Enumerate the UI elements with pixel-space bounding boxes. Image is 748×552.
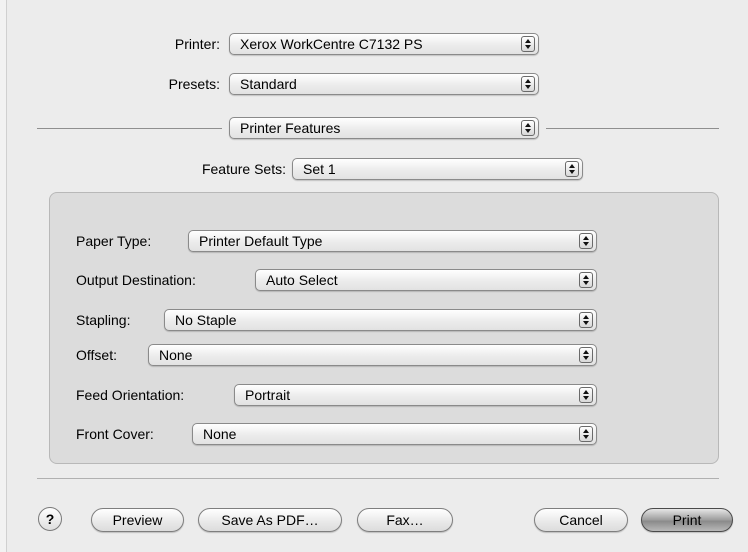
cancel-button[interactable]: Cancel (534, 508, 628, 532)
updown-arrows-icon (579, 272, 593, 288)
updown-arrows-icon (579, 426, 593, 442)
updown-arrows-icon (579, 233, 593, 249)
print-button[interactable]: Print (641, 508, 733, 532)
preview-button[interactable]: Preview (91, 508, 184, 532)
feature-sets-label: Feature Sets: (201, 161, 286, 177)
presets-popup[interactable]: Standard (229, 73, 539, 95)
updown-arrows-icon (521, 76, 535, 92)
question-mark-icon: ? (45, 511, 55, 527)
paper-type-label: Paper Type: (76, 233, 152, 249)
presets-label: Presets: (168, 76, 220, 92)
paper-type-popup-value: Printer Default Type (199, 233, 323, 249)
output-destination-popup[interactable]: Auto Select (255, 269, 597, 291)
feed-orientation-label: Feed Orientation: (76, 387, 185, 403)
front-cover-label: Front Cover: (76, 426, 154, 442)
feed-orientation-popup[interactable]: Portrait (234, 384, 597, 406)
window-left-edge (0, 0, 7, 552)
front-cover-popup[interactable]: None (192, 423, 597, 445)
stapling-popup-value: No Staple (175, 312, 237, 328)
panel-popup[interactable]: Printer Features (229, 117, 539, 139)
updown-arrows-icon (579, 387, 593, 403)
feed-orientation-popup-value: Portrait (245, 387, 291, 403)
stapling-label: Stapling: (76, 312, 131, 328)
feature-sets-popup-value: Set 1 (303, 161, 336, 177)
updown-arrows-icon (521, 36, 535, 52)
updown-arrows-icon (579, 312, 593, 328)
updown-arrows-icon (565, 161, 579, 177)
printer-popup-value: Xerox WorkCentre C7132 PS (240, 36, 423, 52)
output-destination-label: Output Destination: (76, 272, 196, 288)
fax-button[interactable]: Fax… (357, 508, 453, 532)
separator-line-right (546, 128, 719, 129)
save-as-pdf-button[interactable]: Save As PDF… (198, 508, 342, 532)
bottom-separator (37, 478, 719, 479)
help-button[interactable]: ? (38, 507, 62, 531)
updown-arrows-icon (579, 347, 593, 363)
printer-label: Printer: (174, 36, 220, 52)
feature-sets-popup[interactable]: Set 1 (292, 158, 583, 180)
updown-arrows-icon (521, 120, 535, 136)
presets-popup-value: Standard (240, 76, 297, 92)
paper-type-popup[interactable]: Printer Default Type (188, 230, 597, 252)
separator-line-left (37, 128, 222, 129)
front-cover-popup-value: None (203, 426, 237, 442)
panel-popup-value: Printer Features (240, 120, 341, 136)
stapling-popup[interactable]: No Staple (164, 309, 597, 331)
offset-popup-value: None (159, 347, 193, 363)
offset-label: Offset: (76, 347, 117, 363)
printer-popup[interactable]: Xerox WorkCentre C7132 PS (229, 33, 539, 55)
output-destination-popup-value: Auto Select (266, 272, 338, 288)
offset-popup[interactable]: None (148, 344, 597, 366)
